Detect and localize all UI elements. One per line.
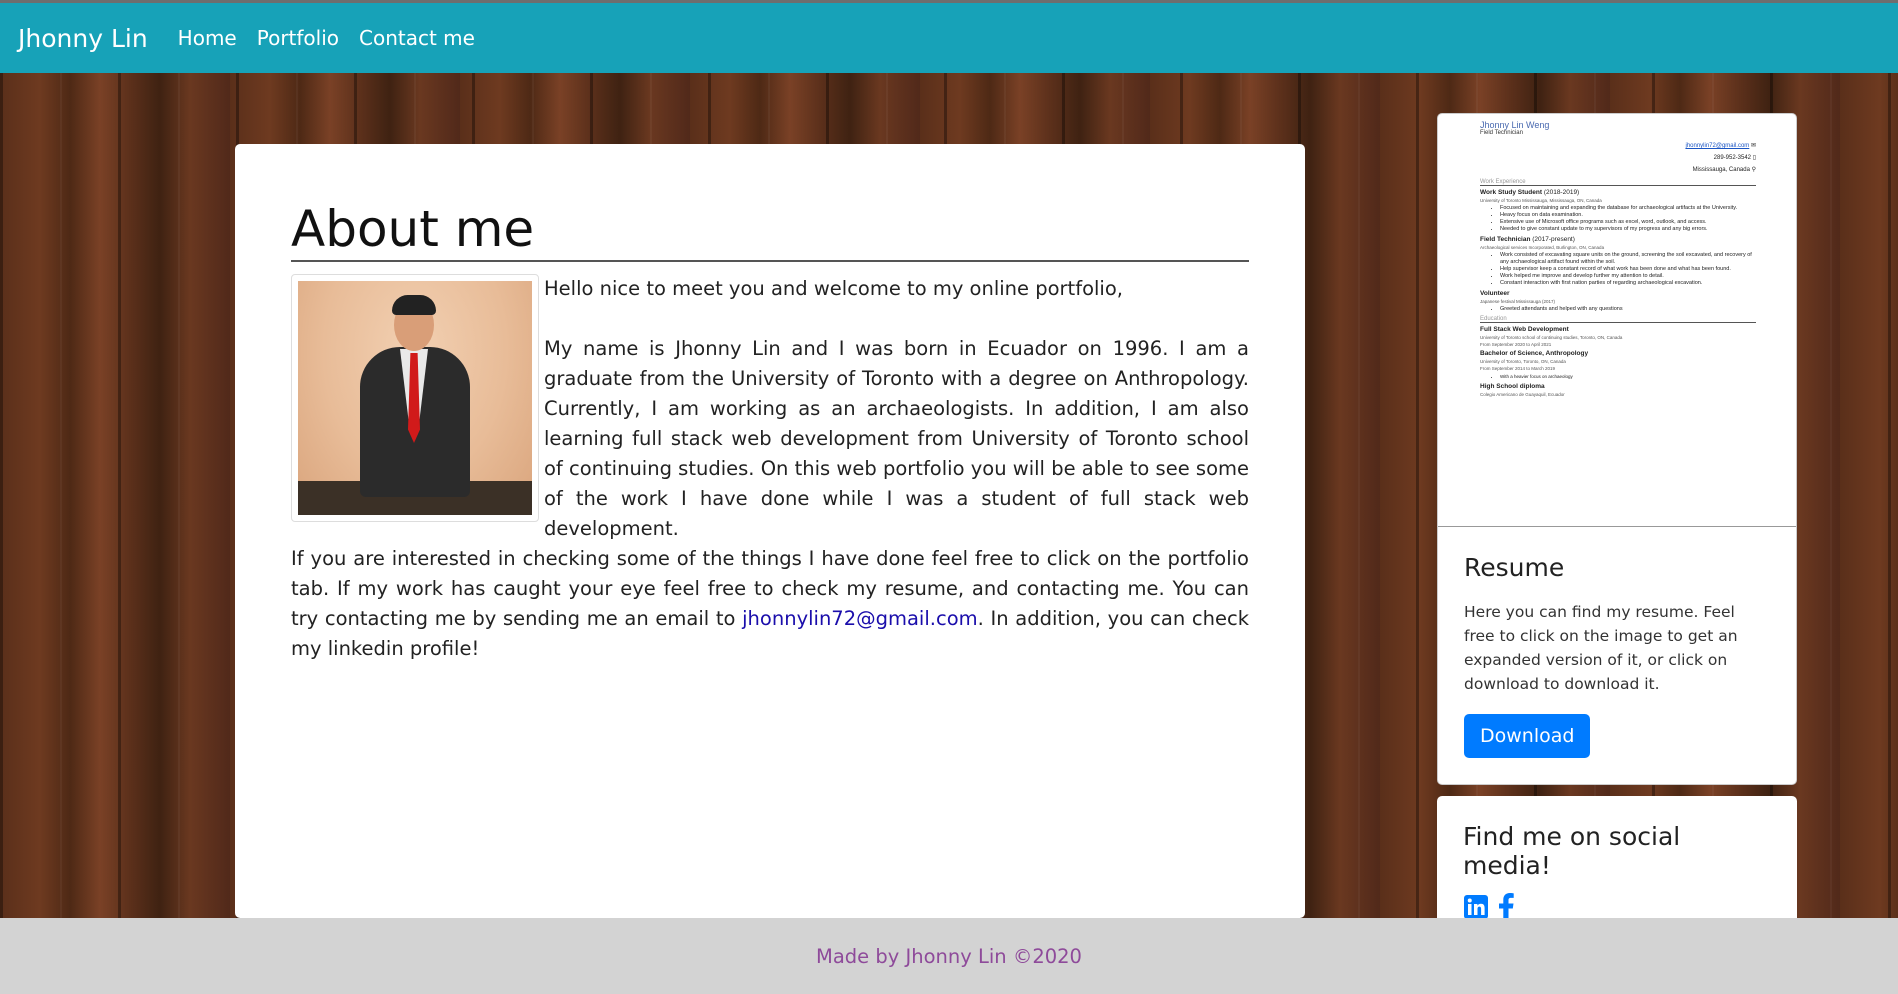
- resume-education-heading: Education: [1480, 316, 1756, 323]
- resume-email: jhonnylin72@gmail.com: [1685, 143, 1750, 149]
- resume-contact: jhonnylin72@gmail.com ✉ 289-952-3542 ▯ M…: [1685, 143, 1757, 173]
- email-link[interactable]: jhonnylin72@gmail.com: [742, 607, 977, 630]
- social-card-title: Find me on social media!: [1463, 822, 1681, 880]
- resume-card-text: Here you can find my resume. Feel free t…: [1464, 603, 1738, 693]
- resume-edu-2: Bachelor of Science, Anthropology: [1480, 350, 1589, 357]
- footer-text: Made by Jhonny Lin ©2020: [816, 944, 1082, 968]
- download-button[interactable]: Download: [1464, 714, 1591, 758]
- resume-edu-2-org: University of Toronto, Toronto, ON, Cana…: [1480, 359, 1566, 364]
- resume-work-heading: Work Experience: [1480, 179, 1756, 186]
- profile-photo: [291, 274, 539, 522]
- resume-edu-1-org: University of Toronto school of continui…: [1480, 335, 1623, 340]
- resume-location: Mississauga, Canada: [1692, 167, 1750, 173]
- resume-edu-2-notes: With a heavier focus on archaeology: [1480, 373, 1756, 380]
- navbar: Jhonny Lin Home Portfolio Contact me: [0, 3, 1898, 73]
- resume-job-3: Volunteer: [1480, 290, 1510, 297]
- resume-job-2-org: Archaeological services Incorporated, Bu…: [1480, 245, 1605, 250]
- resume-edu-2-dates: From September 2014 to March 2019: [1480, 366, 1556, 371]
- resume-job-3-bullets: Greeted attendants and helped with any q…: [1480, 306, 1756, 313]
- resume-job-1: Work Study Student (2018-2019): [1480, 189, 1580, 196]
- resume-job-2-bullets: Work consisted of excavating square unit…: [1480, 252, 1756, 287]
- nav-contact-link[interactable]: Contact me: [359, 26, 475, 50]
- resume-job-2: Field Technician (2017-present): [1480, 236, 1575, 243]
- about-card: About me Hello nice to meet you and welc…: [235, 144, 1305, 918]
- nav-home-link[interactable]: Home: [178, 26, 237, 50]
- resume-job-3-org: Japanese festival Mississauga (2017): [1480, 299, 1556, 304]
- resume-card: Jhonny Lin Weng Field Technician jhonnyl…: [1437, 113, 1797, 785]
- resume-edu-3: High School diploma: [1480, 383, 1545, 390]
- resume-job-1-org: University of Toronto Mississauga, Missi…: [1480, 198, 1602, 203]
- resume-name: Jhonny Lin Weng: [1480, 120, 1550, 130]
- about-text: Hello nice to meet you and welcome to my…: [291, 274, 1249, 664]
- nav-portfolio-link[interactable]: Portfolio: [257, 26, 339, 50]
- resume-role: Field Technician: [1480, 130, 1523, 136]
- resume-job-1-bullets: Focused on maintaining and expanding the…: [1480, 205, 1756, 233]
- page-title: About me: [291, 204, 1249, 262]
- resume-card-title: Resume: [1464, 553, 1565, 582]
- resume-edu-1-dates: From September 2020 to April 2021: [1480, 342, 1552, 347]
- about-paragraph-2: If you are interested in checking some o…: [291, 544, 1249, 664]
- resume-edu-3-org: Colegio Americano de Guayaquil, Ecuador: [1480, 392, 1565, 397]
- resume-phone: 289-952-3542: [1713, 155, 1752, 161]
- footer: Made by Jhonny Lin ©2020: [0, 918, 1898, 994]
- brand-link[interactable]: Jhonny Lin: [18, 24, 148, 53]
- social-card: Find me on social media!: [1437, 796, 1797, 936]
- resume-edu-1: Full Stack Web Development: [1480, 326, 1569, 333]
- resume-image[interactable]: Jhonny Lin Weng Field Technician jhonnyl…: [1438, 114, 1796, 527]
